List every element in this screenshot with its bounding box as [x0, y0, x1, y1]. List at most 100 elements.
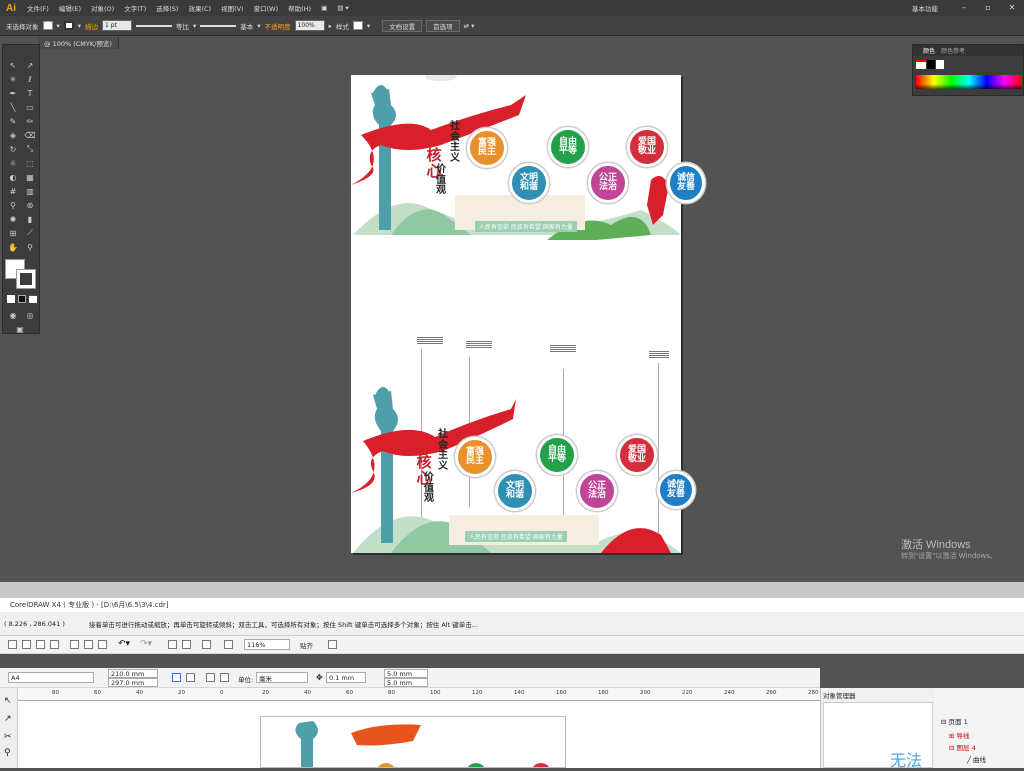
blob-brush-tool-icon[interactable]: ◈: [6, 129, 20, 141]
none-swatch[interactable]: [916, 60, 926, 69]
stroke-color-icon[interactable]: [16, 269, 36, 289]
stroke-label[interactable]: 描边: [85, 21, 98, 31]
document-setup-button[interactable]: 文档设置: [382, 19, 423, 32]
cut-icon[interactable]: [70, 640, 79, 649]
duplicate-y-field[interactable]: 5.0 mm: [384, 678, 428, 687]
rotate-tool-icon[interactable]: ↻: [6, 143, 20, 155]
none-mode-icon[interactable]: [29, 295, 37, 303]
type-tool-icon[interactable]: T: [23, 87, 37, 99]
page-size-select[interactable]: A4: [8, 672, 94, 683]
chevron-down-icon[interactable]: ▾: [193, 22, 196, 30]
screen-mode-icon[interactable]: ▣: [13, 323, 27, 335]
color-spectrum[interactable]: [916, 75, 1022, 89]
pick-tool-icon[interactable]: ↖: [4, 696, 12, 706]
page-width-field[interactable]: 210.0 mm: [108, 669, 158, 678]
workspace-switcher[interactable]: 基本功能: [912, 3, 938, 13]
chevron-down-icon[interactable]: ▾: [257, 22, 260, 30]
shape-builder-tool-icon[interactable]: ◐: [6, 171, 20, 183]
artboard[interactable]: 社会主义 核心 价值观 富强 民主 文明 和谐 自由 平等 公正 法治 爱国 敬业 诚信友…: [351, 75, 705, 553]
shape-tool-icon[interactable]: ↗: [4, 714, 12, 724]
import-icon[interactable]: [168, 640, 177, 649]
white-swatch[interactable]: [936, 60, 944, 69]
zoom-level-field[interactable]: 116%: [244, 639, 290, 650]
menu-effect[interactable]: 效果(C): [183, 3, 216, 13]
save-icon[interactable]: [36, 640, 45, 649]
menu-window[interactable]: 窗口(W): [249, 3, 284, 13]
options-icon[interactable]: [328, 640, 337, 649]
horizontal-ruler[interactable]: 80 60 40 20 0 20 40 60 80 100 120 140 160 180 200 220 24…: [18, 688, 820, 701]
draw-mode-icon[interactable]: ◉: [6, 309, 20, 321]
current-page-icon[interactable]: [220, 673, 229, 682]
arrange-icon[interactable]: ▤ ▾: [332, 4, 353, 12]
paintbrush-tool-icon[interactable]: ✎: [6, 115, 20, 127]
line-tool-icon[interactable]: ╲: [6, 101, 20, 113]
app-launcher-icon[interactable]: [202, 640, 211, 649]
selection-tool-icon[interactable]: ↖: [6, 59, 20, 71]
tree-layer-4[interactable]: ⊟ 图层 4: [949, 742, 976, 752]
zoom-tool-icon[interactable]: ⚲: [4, 748, 11, 758]
magic-wand-tool-icon[interactable]: ✳: [6, 73, 20, 85]
menu-help[interactable]: 帮助(H): [283, 3, 316, 13]
menu-file[interactable]: 文件(F): [22, 3, 54, 13]
gradient-tool-icon[interactable]: ▥: [23, 185, 37, 197]
bridge-icon[interactable]: ▣: [316, 4, 332, 12]
menu-view[interactable]: 视图(V): [216, 3, 249, 13]
slice-tool-icon[interactable]: ⟋: [23, 227, 37, 239]
style-swatch[interactable]: [352, 21, 363, 30]
blend-tool-icon[interactable]: ⊚: [23, 199, 37, 211]
direct-selection-tool-icon[interactable]: ↗: [23, 59, 37, 71]
menu-select[interactable]: 选择(S): [151, 3, 183, 13]
scale-tool-icon[interactable]: ⤡: [23, 143, 37, 155]
warp-tool-icon[interactable]: ☼: [6, 157, 20, 169]
mesh-tool-icon[interactable]: #: [6, 185, 20, 197]
welcome-screen-icon[interactable]: [224, 640, 233, 649]
page-height-field[interactable]: 297.0 mm: [108, 678, 158, 687]
opacity-label[interactable]: 不透明度: [265, 21, 291, 31]
copy-icon[interactable]: [84, 640, 93, 649]
new-icon[interactable]: [8, 640, 17, 649]
object-manager-body[interactable]: 无法: [823, 702, 933, 770]
brush-definition[interactable]: 基本: [240, 21, 253, 31]
pencil-tool-icon[interactable]: ✏: [23, 115, 37, 127]
tab-color[interactable]: 颜色: [923, 46, 935, 55]
tab-color-guide[interactable]: 颜色参考: [941, 46, 965, 55]
menu-edit[interactable]: 编辑(E): [54, 3, 86, 13]
gradient-mode-icon[interactable]: [18, 295, 26, 303]
artboard-tool-icon[interactable]: ⊞: [6, 227, 20, 239]
black-swatch[interactable]: [927, 60, 935, 69]
color-mode-icon[interactable]: [7, 295, 15, 303]
document-tab[interactable]: @ 100% (CMYK/预览): [38, 37, 119, 49]
rectangle-tool-icon[interactable]: ▭: [23, 101, 37, 113]
close-icon[interactable]: ✕: [1000, 0, 1024, 14]
stroke-profile[interactable]: 等比: [176, 21, 189, 31]
eyedropper-tool-icon[interactable]: ⚲: [6, 199, 20, 211]
draw-inside-icon[interactable]: ◎: [23, 309, 37, 321]
stroke-swatch[interactable]: [63, 21, 74, 30]
lasso-tool-icon[interactable]: ℓ: [23, 73, 37, 85]
tree-page[interactable]: ⊟ 页面 1: [941, 716, 968, 726]
coreldraw-page[interactable]: [260, 716, 566, 768]
opacity-field[interactable]: 100%: [294, 20, 325, 31]
export-icon[interactable]: [182, 640, 191, 649]
fill-swatch[interactable]: [42, 21, 53, 30]
open-icon[interactable]: [22, 640, 31, 649]
maximize-icon[interactable]: ▫: [976, 0, 1000, 14]
chevron-down-icon[interactable]: ▾: [57, 22, 60, 30]
chevron-down-icon[interactable]: ▸: [329, 22, 332, 30]
zoom-tool-icon[interactable]: ⚲: [23, 241, 37, 253]
menu-object[interactable]: 对象(O): [86, 3, 119, 13]
menu-type[interactable]: 文字(T): [119, 3, 151, 13]
arrange-documents-icon[interactable]: ⇄ ▾: [464, 22, 475, 30]
nudge-distance-field[interactable]: 0.1 mm: [326, 672, 366, 683]
perspective-grid-tool-icon[interactable]: ▦: [23, 171, 37, 183]
free-transform-tool-icon[interactable]: ⬚: [23, 157, 37, 169]
undo-icon[interactable]: ↶▾: [118, 639, 130, 649]
paste-icon[interactable]: [98, 640, 107, 649]
hand-tool-icon[interactable]: ✋: [6, 241, 20, 253]
duplicate-x-field[interactable]: 5.0 mm: [384, 669, 428, 678]
preferences-button[interactable]: 首选项: [426, 19, 460, 32]
minimize-icon[interactable]: –: [952, 0, 976, 14]
tree-layer-guides[interactable]: ⊞ 导线: [949, 730, 970, 740]
portrait-icon[interactable]: [172, 673, 181, 682]
column-graph-tool-icon[interactable]: ▮: [23, 213, 37, 225]
